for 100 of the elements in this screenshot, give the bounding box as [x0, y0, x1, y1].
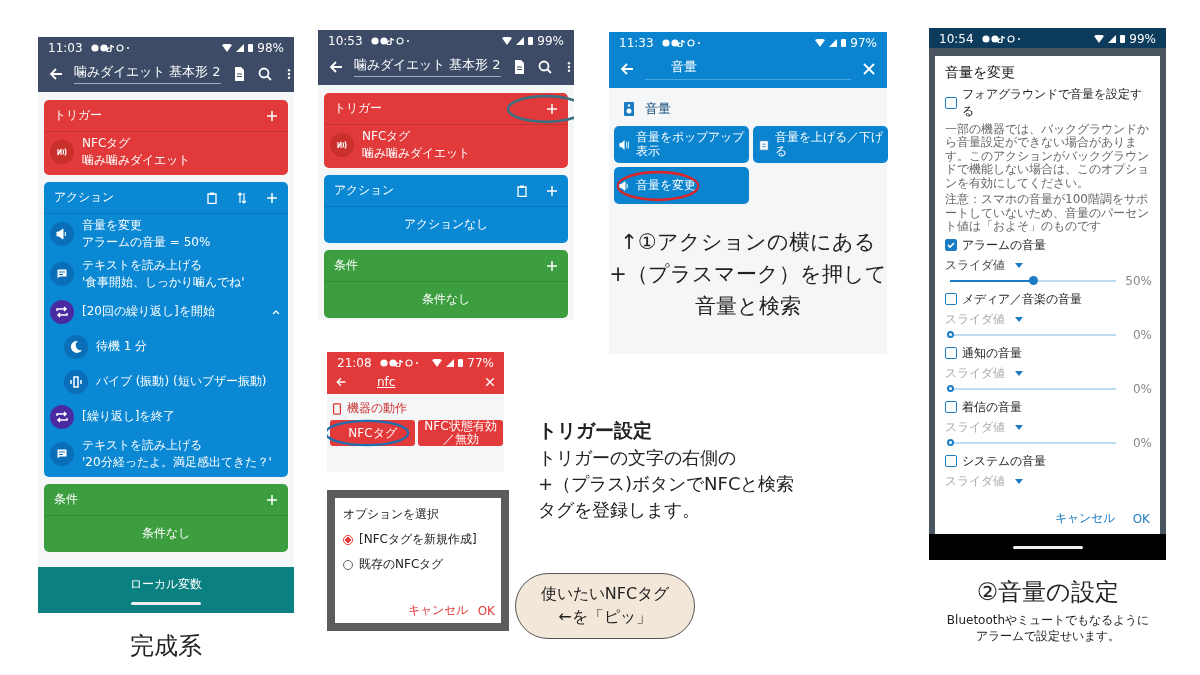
speaker-icon: [621, 101, 637, 117]
back-arrow-icon[interactable]: [48, 65, 64, 82]
help-text: 一部の機器では、バックグラウンドから音量設定ができない場合があります。このアクションがバックグラウンドで機能しない場合は、このオプションを有効にしてください。: [945, 123, 1150, 191]
phone-icon: [331, 402, 343, 415]
speak-icon: [50, 262, 74, 286]
action-title[interactable]: 音量を変更: [82, 217, 282, 234]
card-title: トリガー: [54, 107, 103, 124]
action-option-button[interactable]: 音量を変更: [614, 167, 749, 204]
mode-dropdown[interactable]: スライダ値: [945, 364, 1152, 382]
checkbox[interactable]: [945, 239, 957, 251]
search-field[interactable]: 音量: [645, 58, 851, 80]
slider-thumb[interactable]: [947, 438, 954, 446]
home-indicator: [131, 601, 201, 605]
search-icon[interactable]: [256, 65, 273, 82]
caret-icon: [1015, 478, 1023, 484]
dialog-title: 音量を変更: [945, 64, 1016, 82]
dialog-button[interactable]: OK: [477, 602, 495, 619]
clipboard-icon: [758, 138, 770, 151]
checkbox-label: 着信の音量: [962, 398, 1022, 416]
mode-dropdown[interactable]: スライダ値: [945, 472, 1152, 490]
instruction-text: 音量と検索: [695, 293, 801, 320]
radio-label: 既存のNFCタグ: [359, 556, 444, 573]
checkbox-label: フォアグラウンドで音量を設定する: [962, 86, 1143, 120]
loop-icon: [50, 299, 74, 324]
note-text: トリガーの文字の右側の: [538, 446, 737, 470]
section-title: 音量: [645, 100, 671, 118]
radio-label: [NFCタグを新規作成]: [359, 531, 477, 548]
battery-level: 99%: [1129, 31, 1156, 46]
checkbox[interactable]: [945, 455, 957, 467]
action-title[interactable]: テキストを読み上げる: [82, 257, 282, 274]
macro-name-field[interactable]: 噛みダイエット 基本形 2: [74, 63, 221, 84]
search-icon[interactable]: [536, 58, 553, 75]
dialog-button[interactable]: キャンセル: [1052, 508, 1117, 529]
action-option-button[interactable]: 音量をポップアップ表示: [614, 126, 749, 163]
clipboard-icon[interactable]: [206, 191, 218, 204]
sort-icon[interactable]: [236, 191, 248, 204]
empty-message: 条件なし: [421, 291, 471, 308]
macro-name-field[interactable]: 噛みダイエット 基本形 2: [354, 56, 501, 77]
battery-level: 98%: [257, 40, 284, 55]
item-title[interactable]: NFCタグ: [362, 128, 562, 145]
mode-dropdown[interactable]: スライダ値: [945, 418, 1152, 436]
add-icon[interactable]: [546, 184, 558, 197]
signal-icon: [516, 36, 525, 45]
mode-dropdown[interactable]: スライダ値: [945, 256, 1152, 274]
add-icon[interactable]: [266, 493, 278, 506]
battery-level: 99%: [537, 33, 564, 48]
action-option-button[interactable]: NFC状態有効／無効: [418, 420, 503, 446]
add-icon[interactable]: [266, 109, 278, 122]
add-icon[interactable]: [266, 191, 278, 204]
speaker-icon: [619, 179, 631, 192]
action-option-button[interactable]: 音量を上げる／下げる: [753, 126, 888, 163]
caption-note: アラームで設定せいます。: [976, 628, 1120, 645]
empty-message: アクションなし: [403, 216, 489, 233]
status-time: 11:03: [48, 40, 83, 55]
checkbox-label: アラームの音量: [962, 236, 1046, 254]
slider-value: 50%: [1124, 273, 1152, 288]
slider-value: 0%: [1131, 327, 1152, 342]
item-title[interactable]: NFCタグ: [82, 135, 282, 152]
checkbox[interactable]: [945, 401, 957, 413]
action-title[interactable]: 待機 1 分: [96, 338, 148, 355]
action-title[interactable]: バイブ (振動) (短いブザー振動): [96, 373, 267, 390]
caret-icon: [1015, 424, 1023, 430]
note-text: +（プラス)ボタンでNFCと検索: [538, 472, 795, 496]
wifi-icon: [815, 38, 826, 47]
clipboard-icon[interactable]: [516, 184, 528, 197]
dialog-button[interactable]: OK: [1130, 508, 1152, 529]
search-field[interactable]: nfc: [357, 375, 474, 389]
checkbox[interactable]: [945, 347, 957, 359]
back-arrow-icon[interactable]: [328, 58, 344, 75]
slider-thumb[interactable]: [947, 330, 954, 338]
home-indicator: [1012, 545, 1083, 549]
close-icon[interactable]: [484, 376, 496, 388]
slider-thumb[interactable]: [1029, 275, 1038, 285]
back-arrow-icon[interactable]: [619, 61, 635, 77]
action-title[interactable]: [繰り返し]を終了: [82, 408, 282, 425]
nfc-icon: [50, 140, 74, 164]
checkbox[interactable]: [945, 293, 957, 305]
card-title: アクション: [334, 182, 395, 199]
action-title[interactable]: [20回の繰り返し]を開始: [82, 303, 262, 320]
checkbox[interactable]: [945, 97, 957, 109]
add-icon[interactable]: [546, 259, 558, 272]
slider-thumb[interactable]: [947, 384, 954, 392]
local-variables-tab[interactable]: ローカル変数: [130, 575, 202, 593]
instruction-text: +（プラスマーク）を押して: [609, 261, 887, 288]
status-time: 10:53: [328, 33, 363, 48]
wifi-icon: [502, 36, 513, 45]
mode-dropdown[interactable]: スライダ値: [945, 310, 1152, 328]
dialog-button[interactable]: キャンセル: [407, 602, 468, 619]
wifi-icon: [1094, 34, 1105, 43]
help-text: 注意：スマホの音量が100階調をサポートしていないため、音量のパーセント値は「およそ」のものです: [945, 193, 1150, 234]
speak-icon: [50, 442, 74, 466]
add-icon[interactable]: [546, 102, 558, 115]
action-title[interactable]: テキストを読み上げる: [82, 437, 282, 454]
item-subtitle: 噛み噛みダイエット: [362, 145, 471, 162]
slider-value: 0%: [1131, 435, 1152, 450]
back-arrow-icon[interactable]: [335, 376, 347, 388]
note-title: トリガー設定: [538, 418, 653, 443]
radio-button[interactable]: [343, 534, 353, 545]
battery-icon: [841, 38, 847, 47]
close-icon[interactable]: [861, 61, 877, 77]
